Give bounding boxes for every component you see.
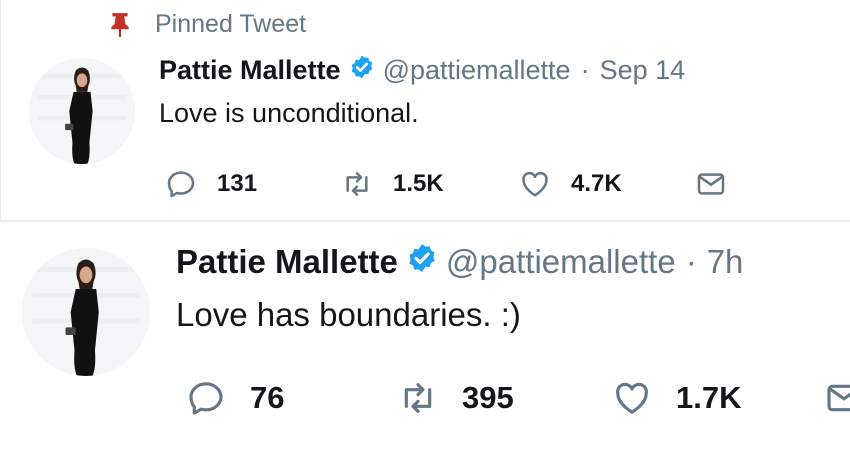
tweet-text: Love has boundaries. :)	[176, 296, 521, 333]
reply-count: 76	[250, 380, 285, 415]
reply-icon	[189, 382, 223, 415]
reply-button[interactable]: 76	[186, 378, 284, 418]
direct-message-icon	[827, 384, 850, 412]
retweet-button[interactable]: 395	[398, 378, 514, 418]
like-icon	[616, 382, 648, 414]
like-count: 1.7K	[676, 380, 742, 415]
tweet-timestamp[interactable]: 7h	[707, 243, 744, 281]
avatar[interactable]	[22, 248, 150, 376]
tweet[interactable]: Pattie Mallette @pattiemallette · 7h Lov…	[0, 0, 850, 450]
author-name[interactable]: Pattie Mallette	[176, 243, 398, 281]
tweet-header: Pattie Mallette @pattiemallette · 7h	[176, 242, 743, 282]
avatar-image	[22, 248, 150, 376]
retweet-icon	[404, 383, 432, 413]
direct-message-button[interactable]	[824, 378, 850, 418]
retweet-count: 395	[462, 380, 514, 415]
verified-icon	[406, 242, 438, 282]
author-handle[interactable]: @pattiemallette	[446, 243, 676, 281]
like-button[interactable]: 1.7K	[612, 378, 741, 418]
separator-dot: ·	[685, 243, 697, 280]
